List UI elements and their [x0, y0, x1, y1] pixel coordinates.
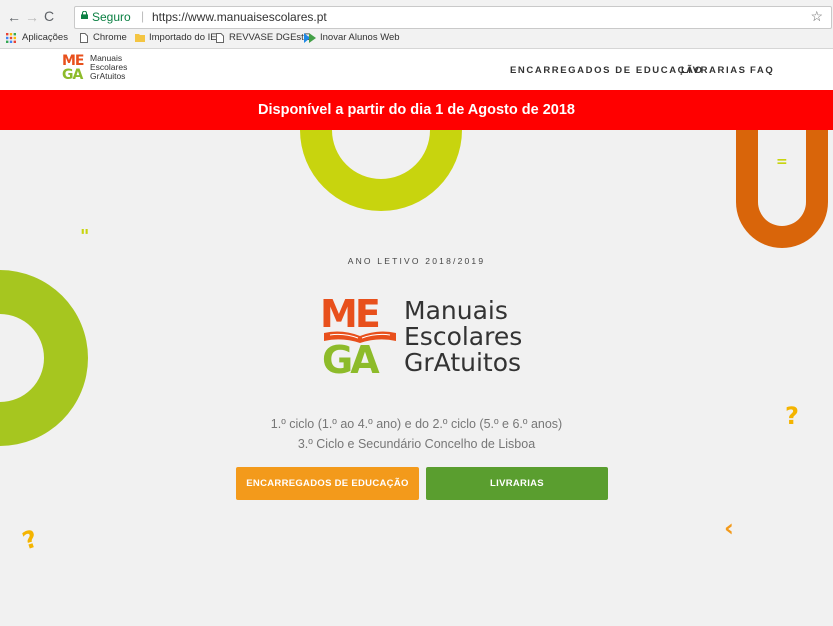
bookmark-inovar[interactable]: Inovar Alunos Web [320, 32, 400, 43]
rust-u-shape [736, 130, 828, 248]
browser-toolbar: ← → C Seguro | https://www.manuaisescola… [0, 0, 833, 49]
bookmark-apps[interactable]: Aplicações [22, 32, 68, 43]
equals-decoration: = [776, 154, 788, 170]
bookmark-revvase[interactable]: REVVASE DGEstE [229, 32, 310, 43]
reload-icon[interactable]: C [44, 9, 54, 23]
hero-logo-letters-bottom: GA [322, 338, 380, 382]
quote-mark-decoration: " [80, 226, 90, 247]
inovar-icon [304, 33, 316, 43]
subtitle-lisbon: 3.º Ciclo e Secundário Concelho de Lisbo… [297, 437, 536, 451]
apps-icon[interactable] [6, 33, 16, 43]
subtitle-cycles: 1.º ciclo (1.º ao 4.º ano) e do 2.º cicl… [270, 417, 563, 431]
hero-logo-line: Manuais [404, 296, 508, 325]
logo-line: GrAtuitos [90, 71, 126, 81]
folder-icon [135, 34, 145, 42]
bookstores-button[interactable]: LIVRARIAS [426, 467, 608, 500]
chevron-decoration: ‹ [724, 514, 734, 542]
availability-banner: Disponível a partir do dia 1 de Agosto d… [0, 90, 833, 130]
nav-parents[interactable]: ENCARREGADOS DE EDUCAÇÃO [510, 65, 704, 76]
parents-button[interactable]: ENCARREGADOS DE EDUCAÇÃO [236, 467, 419, 500]
url-text[interactable]: https://www.manuaisescolares.pt [152, 10, 327, 24]
school-year-label: ANO LETIVO 2018/2019 [347, 256, 486, 266]
secure-label: Seguro [92, 10, 131, 24]
bookmark-star-icon[interactable]: ☆ [810, 8, 823, 25]
back-icon[interactable]: ← [7, 10, 21, 24]
address-bar[interactable]: Seguro | https://www.manuaisescolares.pt… [74, 6, 832, 29]
logo-letters-bottom: GA [62, 67, 83, 83]
hero-logo-line: Escolares [404, 322, 523, 351]
lime-semicircle-shape [300, 130, 462, 211]
page-icon [80, 33, 88, 43]
header-logo[interactable]: ME GA Manuais Escolares GrAtuitos [62, 53, 142, 85]
hero-logo-line: GrAtuitos [404, 348, 522, 377]
page-icon [216, 33, 224, 43]
nav-bookstores[interactable]: LIVRARIAS [681, 65, 747, 76]
nav-faq[interactable]: FAQ [750, 65, 774, 76]
bookmark-ie[interactable]: Importado do IE [149, 32, 217, 43]
bookmark-chrome[interactable]: Chrome [93, 32, 127, 43]
url-separator: | [141, 9, 145, 23]
forward-icon[interactable]: → [25, 10, 39, 24]
lock-icon [81, 11, 88, 19]
